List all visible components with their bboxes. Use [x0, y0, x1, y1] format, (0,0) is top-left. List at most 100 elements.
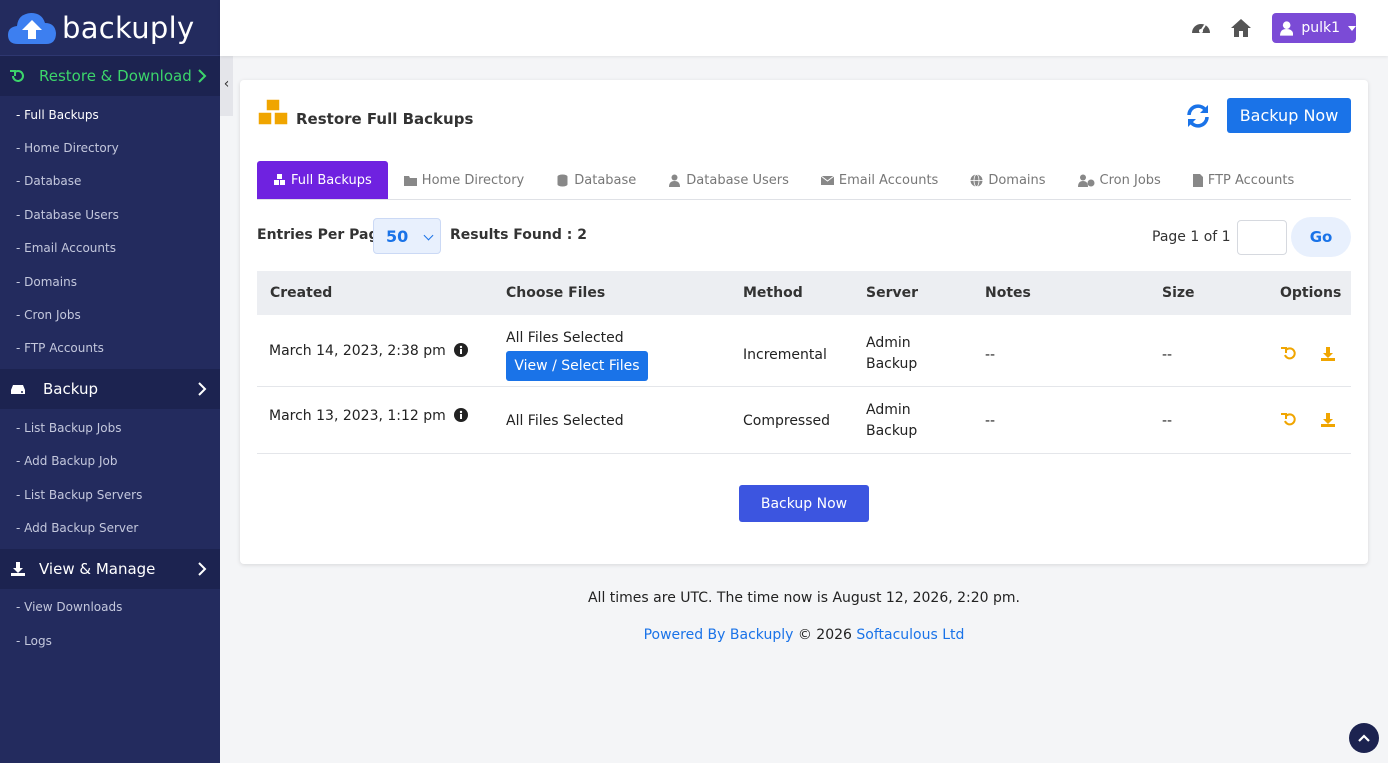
backups-table: Created Choose Files Method Server Notes… — [257, 271, 1351, 454]
table-row: March 14, 2023, 2:38 pm All Files Select… — [257, 315, 1351, 387]
sidebar-item-database[interactable]: - Database — [0, 165, 220, 198]
scroll-to-top-button[interactable] — [1349, 723, 1379, 753]
sidebar-item-list-backup-jobs[interactable]: - List Backup Jobs — [0, 411, 220, 444]
folder-icon — [403, 175, 417, 186]
user-menu-button[interactable]: pulk1 — [1272, 13, 1356, 43]
tab-label: Database — [574, 172, 637, 188]
chevron-right-icon — [198, 561, 207, 576]
sidebar-item-full-backups[interactable]: - Full Backups — [0, 98, 220, 131]
server-cell-line1: Admin — [866, 402, 911, 418]
sidebar-item-domains[interactable]: - Domains — [0, 265, 220, 298]
download-icon[interactable] — [1320, 346, 1336, 362]
results-count: Results Found : 2 — [450, 227, 587, 243]
tab-label: Email Accounts — [838, 172, 939, 188]
restore-icon[interactable] — [1281, 346, 1297, 362]
refresh-icon[interactable] — [1184, 102, 1212, 130]
tab-label: Full Backups — [291, 172, 372, 188]
server-cell-line1: Admin — [866, 335, 911, 351]
sidebar-section-label: Restore & Download — [39, 67, 192, 85]
dashboard-icon[interactable] — [1190, 17, 1212, 39]
column-header: Options — [1280, 285, 1342, 301]
sidebar-section-restore[interactable]: Restore & Download — [0, 56, 220, 96]
powered-by-link[interactable]: Powered By Backuply — [644, 627, 794, 643]
tab-domains[interactable]: Domains — [954, 161, 1061, 199]
footer-powered: Powered By Backuply © 2026 Softaculous L… — [220, 627, 1388, 643]
page-indicator: Page 1 of 1 — [1152, 229, 1231, 245]
column-header: Created — [270, 285, 333, 301]
company-link[interactable]: Softaculous Ltd — [856, 627, 964, 643]
download-icon — [10, 561, 26, 577]
brand-name: backuply — [62, 10, 195, 45]
sidebar-item-email-accounts[interactable]: - Email Accounts — [0, 232, 220, 265]
envelope-icon — [820, 175, 834, 185]
tab-full-backups[interactable]: Full Backups — [257, 161, 388, 199]
sidebar-item-ftp-accounts[interactable]: - FTP Accounts — [0, 332, 220, 365]
sidebar-item-list-backup-servers[interactable]: - List Backup Servers — [0, 478, 220, 511]
entries-value: 50 — [386, 226, 409, 246]
sidebar-item-add-backup-job[interactable]: - Add Backup Job — [0, 445, 220, 478]
restore-icon — [10, 68, 26, 84]
sidebar-section-label: Backup — [43, 380, 98, 399]
tab-home-directory[interactable]: Home Directory — [388, 161, 540, 199]
sidebar: backuply Restore & Download - Full Backu… — [0, 0, 220, 763]
tab-ftp-accounts[interactable]: FTP Accounts — [1177, 161, 1310, 199]
sidebar-section-backup[interactable]: Backup — [0, 369, 220, 410]
sidebar-section-view-manage[interactable]: View & Manage — [0, 548, 220, 589]
copyright-text: © 2026 — [797, 627, 852, 643]
sidebar-item-cron-jobs[interactable]: - Cron Jobs — [0, 298, 220, 331]
sidebar-section-label: View & Manage — [39, 559, 156, 578]
boxes-icon — [257, 98, 289, 126]
page-number-input[interactable] — [1237, 220, 1287, 255]
home-icon[interactable] — [1230, 17, 1252, 39]
created-date: March 14, 2023, 2:38 pm — [269, 343, 446, 359]
top-bar: pulk1 — [220, 0, 1388, 56]
tab-label: Cron Jobs — [1099, 172, 1161, 188]
chevron-down-icon — [423, 230, 434, 241]
view-select-files-button[interactable]: View / Select Files — [506, 351, 648, 381]
server-cell-line2: Backup — [866, 423, 918, 439]
tab-database[interactable]: Database — [540, 161, 652, 199]
chevron-up-icon — [1358, 734, 1370, 742]
backup-type-tabs: Full Backups Home Directory Database Dat… — [257, 161, 1351, 200]
sidebar-item-database-users[interactable]: - Database Users — [0, 198, 220, 231]
file-icon — [1192, 173, 1203, 187]
cubes-icon — [274, 173, 285, 185]
method-cell: Incremental — [743, 347, 827, 363]
sidebar-item-home-directory[interactable]: - Home Directory — [0, 131, 220, 164]
table-row: March 13, 2023, 1:12 pm All Files Select… — [257, 387, 1351, 454]
tab-cron-jobs[interactable]: Cron Jobs — [1062, 161, 1177, 199]
globe-icon — [970, 173, 983, 187]
backup-now-bottom-button[interactable]: Backup Now — [739, 485, 869, 522]
backup-now-button[interactable]: Backup Now — [1227, 98, 1351, 133]
notes-cell: -- — [985, 413, 996, 429]
database-icon — [557, 174, 568, 186]
tab-database-users[interactable]: Database Users — [652, 161, 805, 199]
tab-label: Database Users — [686, 172, 789, 188]
user-icon — [1280, 20, 1294, 36]
column-header: Notes — [985, 285, 1031, 301]
user-name: pulk1 — [1301, 20, 1340, 36]
info-icon[interactable] — [454, 343, 469, 357]
files-cell: All Files Selected — [506, 413, 624, 429]
info-icon[interactable] — [454, 408, 469, 422]
server-cell-line2: Backup — [866, 356, 918, 372]
brand-logo[interactable]: backuply — [0, 0, 220, 56]
sidebar-item-add-backup-server[interactable]: - Add Backup Server — [0, 511, 220, 544]
created-cell: March 14, 2023, 2:38 pm — [269, 343, 469, 359]
column-header: Choose Files — [506, 285, 606, 301]
chevron-right-icon — [198, 382, 207, 396]
restore-icon[interactable] — [1281, 412, 1297, 428]
download-icon[interactable] — [1320, 412, 1336, 428]
tab-label: Domains — [988, 172, 1046, 188]
sidebar-item-logs[interactable]: - Logs — [0, 624, 220, 657]
entries-per-page-select[interactable]: 50 — [373, 218, 441, 254]
sidebar-collapse-toggle[interactable]: ‹ — [220, 56, 233, 116]
database-user-icon — [669, 174, 681, 187]
size-cell: -- — [1162, 413, 1173, 429]
go-button[interactable]: Go — [1291, 217, 1351, 257]
tab-email-accounts[interactable]: Email Accounts — [805, 161, 954, 199]
sidebar-item-view-downloads[interactable]: - View Downloads — [0, 591, 220, 624]
created-date: March 13, 2023, 1:12 pm — [269, 408, 446, 424]
column-header: Size — [1162, 285, 1195, 301]
method-cell: Compressed — [743, 413, 831, 429]
